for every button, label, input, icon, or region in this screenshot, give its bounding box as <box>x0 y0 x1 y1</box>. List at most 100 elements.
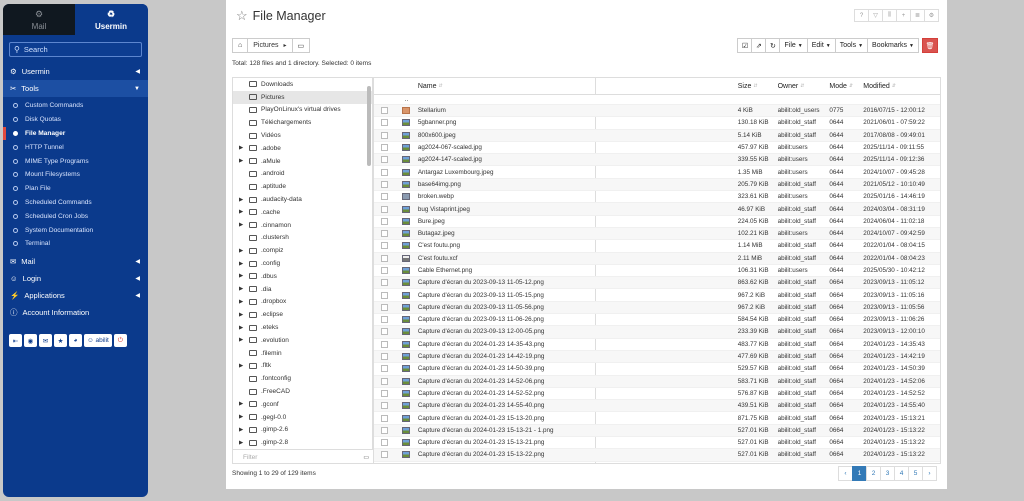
page-5-button[interactable]: 5 <box>908 466 923 481</box>
header-size[interactable]: Size ⇵ <box>738 83 778 90</box>
table-row[interactable]: Butagaz.jpeg 102.21 KiB abilit:users 0644 20… <box>374 227 940 241</box>
caret-right-icon[interactable]: ▶ <box>239 414 247 420</box>
table-row[interactable]: Capture d'écran du 2024-01-23 15-13-21 -… <box>374 424 940 438</box>
tree-item[interactable]: .fontconfig <box>233 372 372 385</box>
caret-right-icon[interactable]: ▶ <box>239 145 247 151</box>
table-row[interactable]: Capture d'écran du 2024-01-23 15-13-22.p… <box>374 449 940 462</box>
table-row[interactable]: Capture d'écran du 2024-01-23 15-13-21.p… <box>374 437 940 450</box>
tree-filter-input[interactable]: Filter ▭ <box>233 449 373 464</box>
caret-right-icon[interactable]: ▶ <box>239 299 247 305</box>
tree-item[interactable]: Vidéos <box>233 129 372 142</box>
sidebar-item-system-documentation[interactable]: System Documentation <box>3 223 148 237</box>
row-checkbox[interactable] <box>380 242 388 250</box>
caret-right-icon[interactable]: ▶ <box>239 158 247 164</box>
sidebar-section-tools[interactable]: ✂ Tools ▼ <box>3 80 148 97</box>
caret-right-icon[interactable]: ▶ <box>239 273 247 279</box>
tree-item[interactable]: ▶ .dia <box>233 283 372 296</box>
caret-right-icon[interactable]: ▶ <box>239 286 247 292</box>
tree-item[interactable]: ▶ .gimp-2.6 <box>233 424 372 437</box>
tree-item[interactable]: ▶ .dbus <box>233 270 372 283</box>
logout-button[interactable]: ⏻ <box>113 334 127 347</box>
row-checkbox[interactable] <box>380 451 388 459</box>
tab-usermin[interactable]: ♻ Usermin <box>75 4 147 35</box>
table-row[interactable]: base64img.png 205.79 KiB abilit:old_staff 0… <box>374 178 940 192</box>
sidebar-item-custom-commands[interactable]: Custom Commands <box>3 99 148 113</box>
sidebar-item-mount-filesystems[interactable]: Mount Filesystems <box>3 168 148 182</box>
caret-right-icon[interactable]: ▶ <box>239 197 247 203</box>
tree-item[interactable]: ▶ .adobe <box>233 142 372 155</box>
breadcrumb-pictures[interactable]: Pictures ▸ <box>247 38 293 53</box>
table-row[interactable]: Capture d'écran du 2024-01-23 14-42-19.p… <box>374 350 940 364</box>
open-folder-button[interactable]: ▭ <box>291 38 311 53</box>
table-row[interactable]: Capture d'écran du 2024-01-23 14-52-52.p… <box>374 388 940 401</box>
tree-item[interactable]: ▶ .aMule <box>233 155 372 168</box>
sidebar-item-disk-quotas[interactable]: Disk Quotas <box>3 113 148 127</box>
row-checkbox[interactable] <box>380 426 388 434</box>
table-row[interactable]: Stellarium 4 KiB abilit:old_users 0775 2016/… <box>374 105 940 118</box>
tree-item[interactable]: ▶ .fltk <box>233 360 372 373</box>
page-1-button[interactable]: 1 <box>852 466 867 481</box>
row-checkbox[interactable] <box>380 168 388 176</box>
table-row[interactable]: Capture d'écran du 2024-01-23 15-13-20.p… <box>374 412 940 425</box>
filter-button[interactable]: ▽ <box>868 9 883 22</box>
sidebar-section-account-information[interactable]: ⓘ Account Information <box>3 304 148 321</box>
caret-right-icon[interactable]: ▶ <box>239 427 247 433</box>
table-row[interactable]: C'est foutu.xcf 2.11 MiB abilit:old_staff 0… <box>374 252 940 265</box>
row-checkbox[interactable] <box>380 402 388 410</box>
row-checkbox[interactable] <box>380 267 388 274</box>
parent-directory-row[interactable]: .. <box>374 95 940 105</box>
tree-item[interactable]: .FreeCAD <box>233 385 372 398</box>
sidebar-item-mime-type-programs[interactable]: MIME Type Programs <box>3 154 148 168</box>
row-checkbox[interactable] <box>380 131 388 139</box>
tree-item[interactable]: ▶ .eclipse <box>233 308 372 321</box>
sidebar-section-mail[interactable]: ✉ Mail ◀ <box>3 253 148 270</box>
collapse-sidebar-button[interactable]: ⇤ <box>9 334 22 347</box>
settings-button[interactable]: ⚙ <box>924 9 939 22</box>
tree-item[interactable]: ▶ .config <box>233 257 372 270</box>
row-checkbox[interactable] <box>380 328 388 336</box>
table-row[interactable]: Capture d'écran du 2024-01-23 14-52-06.p… <box>374 375 940 388</box>
table-row[interactable]: Capture d'écran du 2023-09-13 11-05-12.p… <box>374 277 940 290</box>
row-checkbox[interactable] <box>380 365 388 373</box>
caret-right-icon[interactable]: ▶ <box>239 248 247 254</box>
tab-mail[interactable]: ⚙ Mail <box>3 4 75 35</box>
table-row[interactable]: ag2024-067-scaled.jpg 457.97 KiB abilit:us… <box>374 142 940 155</box>
table-row[interactable]: Cable Ethernet.png 106.31 KiB abilit:users… <box>374 265 940 278</box>
tree-item[interactable]: .aptitude <box>233 180 372 193</box>
caret-right-icon[interactable]: ▶ <box>239 325 247 331</box>
header-owner[interactable]: Owner ⇵ <box>778 83 830 90</box>
table-row[interactable]: Capture d'écran du 2024-01-23 14-55-40.p… <box>374 400 940 413</box>
table-row[interactable]: Capture d'écran du 2023-09-13 11-06-26.p… <box>374 314 940 327</box>
row-checkbox[interactable] <box>380 291 388 299</box>
sidebar-item-file-manager[interactable]: File Manager <box>3 126 148 141</box>
sidebar-item-plan-file[interactable]: Plan File <box>3 182 148 196</box>
sidebar-item-scheduled-cron-jobs[interactable]: Scheduled Cron Jobs <box>3 209 148 223</box>
tree-item[interactable]: ▶ .gconf <box>233 398 372 411</box>
tree-item[interactable]: ▶ .cinnamon <box>233 219 372 232</box>
row-checkbox[interactable] <box>380 156 388 164</box>
caret-right-icon[interactable]: ▶ <box>239 209 247 215</box>
home-button[interactable]: ⌂ <box>232 38 249 53</box>
page-2-button[interactable]: 2 <box>866 466 881 481</box>
tools-menu-button[interactable]: Tools ▼ <box>834 38 869 53</box>
tree-item[interactable]: ▶ .gegl-0.0 <box>233 411 372 424</box>
prev-page-button[interactable]: ‹ <box>838 466 853 481</box>
header-mode[interactable]: Mode ⇵ <box>829 83 863 90</box>
caret-right-icon[interactable]: ▶ <box>239 363 247 369</box>
row-checkbox[interactable] <box>380 303 388 311</box>
columns-button[interactable]: ⫼ <box>882 9 897 22</box>
row-checkbox[interactable] <box>380 205 388 213</box>
sidebar-section-login[interactable]: ☺ Login ◀ <box>3 270 148 287</box>
table-row[interactable]: 5gbanner.png 130.18 KiB abilit:old_staff 06… <box>374 117 940 130</box>
mail-button[interactable]: ✉ <box>39 334 52 347</box>
table-row[interactable]: Capture d'écran du 2024-01-23 14-50-39.p… <box>374 363 940 376</box>
tree-item[interactable]: Pictures <box>233 90 372 104</box>
row-checkbox[interactable] <box>380 389 388 397</box>
list-button[interactable]: ≣ <box>910 9 925 22</box>
row-checkbox[interactable] <box>380 316 388 324</box>
table-row[interactable]: Capture d'écran du 2023-09-13 12-00-05.p… <box>374 326 940 339</box>
row-checkbox[interactable] <box>380 119 388 127</box>
help-button[interactable]: ? <box>854 9 869 22</box>
row-checkbox[interactable] <box>380 144 388 152</box>
row-checkbox[interactable] <box>380 193 388 201</box>
